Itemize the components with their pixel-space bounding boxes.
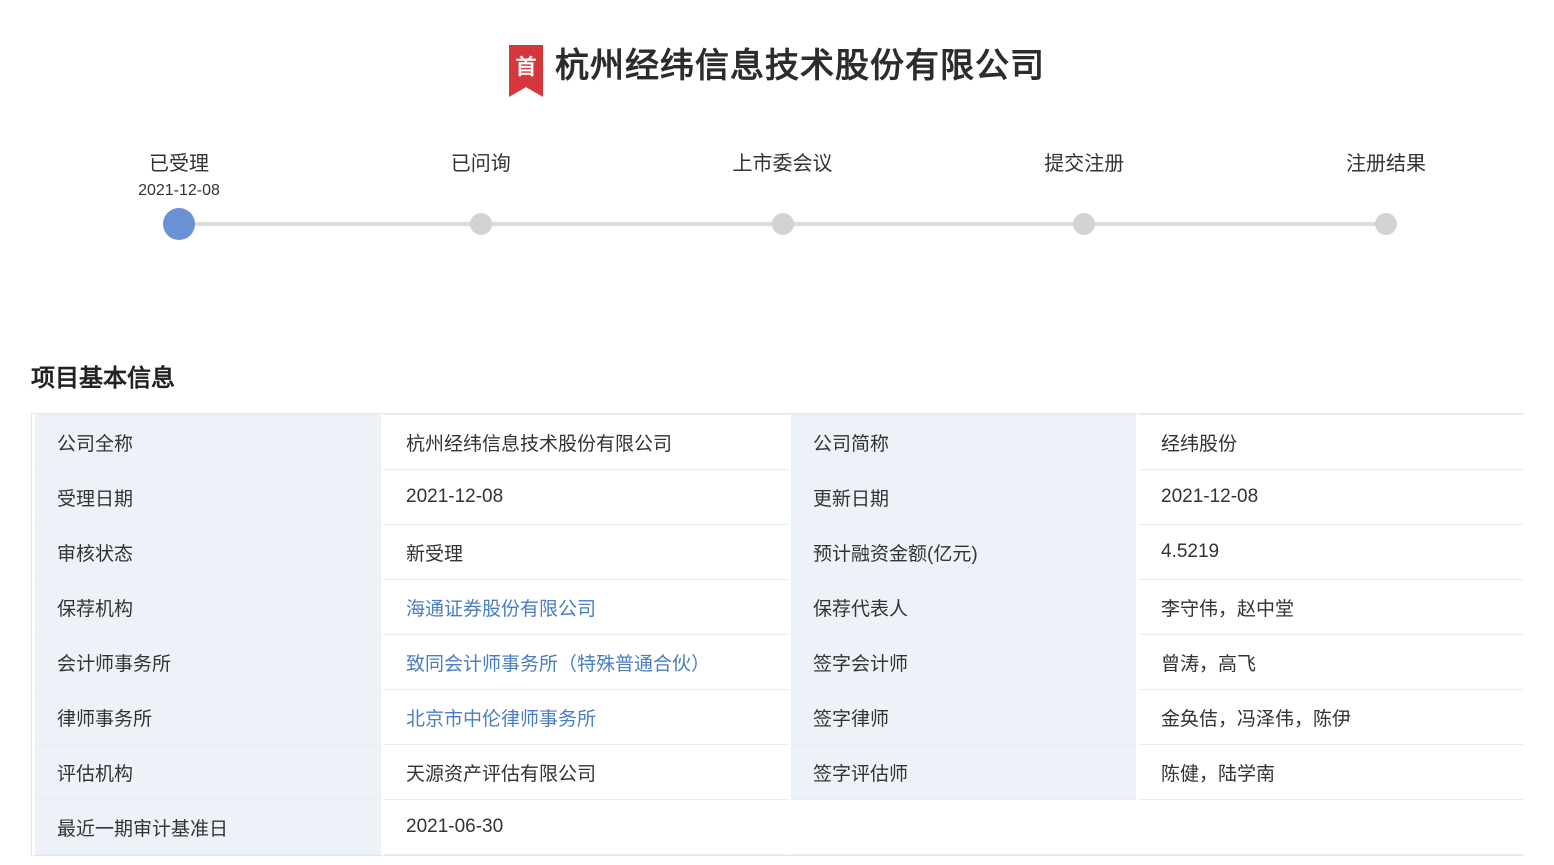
- row-label: 签字会计师: [788, 634, 1139, 690]
- row-label: 审核状态: [32, 524, 384, 580]
- table-row-dates: 受理日期 2021-12-08 更新日期 2021-12-08: [32, 469, 1527, 525]
- row-label: 签字评估师: [788, 744, 1139, 800]
- row-label: 会计师事务所: [32, 634, 384, 690]
- row-value: 天源资产评估有限公司: [381, 744, 791, 800]
- badge-label: 首: [515, 56, 537, 79]
- section-title-basic-info: 项目基本信息: [31, 365, 175, 392]
- row-label: 保荐机构: [32, 579, 384, 635]
- row-label: 公司全称: [32, 414, 384, 470]
- row-label: 律师事务所: [32, 689, 384, 745]
- row-label: 评估机构: [32, 744, 384, 800]
- step-dot: [1073, 213, 1096, 235]
- step-registration-submitted: 提交注册: [974, 152, 1194, 235]
- row-label: 受理日期: [32, 469, 384, 525]
- row-value: 李守伟，赵中堂: [1136, 579, 1527, 635]
- step-dot: [1375, 213, 1397, 235]
- step-listing-committee: 上市委会议: [673, 152, 893, 235]
- step-label: 注册结果: [1346, 153, 1426, 175]
- row-label: 公司简称: [788, 414, 1139, 470]
- page-title: 杭州经纬信息技术股份有限公司: [555, 47, 1045, 85]
- step-dot-active: [163, 208, 195, 240]
- table-row-status-financing: 审核状态 新受理 预计融资金额(亿元) 4.5219: [32, 524, 1527, 580]
- row-value: 杭州经纬信息技术股份有限公司: [381, 414, 791, 470]
- step-dot: [469, 213, 492, 235]
- page-header: 首 杭州经纬信息技术股份有限公司: [0, 44, 1554, 100]
- empty-cell: [788, 799, 1527, 855]
- row-value: 2021-12-08: [381, 469, 791, 525]
- sponsor-link[interactable]: 海通证券股份有限公司: [406, 599, 596, 620]
- row-value: 金奂佶，冯泽伟，陈伊: [1136, 689, 1527, 745]
- step-date: 2021-12-08: [138, 182, 220, 199]
- row-value: 经纬股份: [1136, 414, 1527, 470]
- step-label: 上市委会议: [732, 153, 833, 175]
- row-label: 保荐代表人: [788, 579, 1139, 635]
- row-value: 致同会计师事务所（特殊普通合伙）: [381, 634, 791, 690]
- review-progress-stepper: 已受理 2021-12-08 已问询 上市委会议 提交注册 注册结果: [138, 152, 1426, 262]
- row-value: 海通证券股份有限公司: [381, 579, 791, 635]
- project-info-table: 公司全称 杭州经纬信息技术股份有限公司 公司简称 经纬股份 受理日期 2021-…: [31, 413, 1527, 856]
- table-row-law-firm: 律师事务所 北京市中伦律师事务所 签字律师 金奂佶，冯泽伟，陈伊: [32, 689, 1527, 745]
- row-label: 预计融资金额(亿元): [788, 524, 1139, 580]
- table-row-accounting-firm: 会计师事务所 致同会计师事务所（特殊普通合伙） 签字会计师 曾涛，高飞: [32, 634, 1527, 690]
- row-value: 2021-12-08: [1136, 469, 1527, 525]
- table-row-audit-date: 最近一期审计基准日 2021-06-30: [32, 799, 1527, 855]
- row-label: 更新日期: [788, 469, 1139, 525]
- table-row-sponsor: 保荐机构 海通证券股份有限公司 保荐代表人 李守伟，赵中堂: [32, 579, 1527, 635]
- step-accepted: 已受理 2021-12-08: [69, 152, 289, 240]
- first-application-badge-icon: 首: [509, 45, 543, 97]
- step-inquired: 已问询: [371, 152, 591, 235]
- step-registration-result: 注册结果: [1276, 152, 1496, 235]
- row-value: 2021-06-30: [381, 799, 791, 855]
- law-firm-link[interactable]: 北京市中伦律师事务所: [406, 709, 596, 730]
- row-value: 陈健，陆学南: [1136, 744, 1527, 800]
- row-value: 曾涛，高飞: [1136, 634, 1527, 690]
- accounting-firm-link[interactable]: 致同会计师事务所（特殊普通合伙）: [406, 654, 710, 675]
- row-label: 签字律师: [788, 689, 1139, 745]
- step-dot: [771, 213, 794, 235]
- table-row-company-name: 公司全称 杭州经纬信息技术股份有限公司 公司简称 经纬股份: [32, 414, 1527, 470]
- row-value: 北京市中伦律师事务所: [381, 689, 791, 745]
- row-value: 4.5219: [1136, 524, 1527, 580]
- step-label: 已问询: [450, 153, 511, 175]
- step-label: 已受理: [149, 153, 209, 175]
- row-value: 新受理: [381, 524, 791, 580]
- step-label: 提交注册: [1044, 153, 1125, 175]
- row-label: 最近一期审计基准日: [32, 799, 384, 855]
- table-row-appraisal: 评估机构 天源资产评估有限公司 签字评估师 陈健，陆学南: [32, 744, 1527, 800]
